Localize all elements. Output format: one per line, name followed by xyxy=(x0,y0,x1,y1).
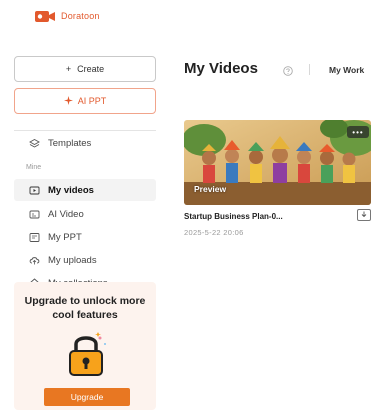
sidebar-item-templates[interactable]: Templates xyxy=(14,132,156,154)
sidebar: + Create AI PPT Templates Mine My videos xyxy=(0,48,166,414)
ai-ppt-button-label: AI PPT xyxy=(77,96,107,106)
sidebar-divider xyxy=(14,130,156,131)
video-thumbnail[interactable]: ••• Preview xyxy=(184,120,371,205)
sidebar-item-my-uploads[interactable]: My uploads xyxy=(14,249,156,271)
upgrade-button[interactable]: Upgrade xyxy=(44,388,130,406)
help-icon[interactable] xyxy=(283,63,293,81)
upload-icon xyxy=(29,255,40,266)
preview-label[interactable]: Preview xyxy=(194,184,226,194)
download-button[interactable] xyxy=(357,209,371,221)
sidebar-item-label: Templates xyxy=(48,137,92,149)
ai-ppt-button[interactable]: AI PPT xyxy=(14,88,156,114)
page-title: My Videos xyxy=(184,60,258,77)
sidebar-item-my-ppt[interactable]: My PPT xyxy=(14,226,156,248)
template-icon xyxy=(29,138,40,149)
lock-icon xyxy=(62,330,110,378)
sidebar-item-label: AI Video xyxy=(48,208,84,220)
more-options-button[interactable]: ••• xyxy=(347,126,369,138)
sidebar-item-my-videos[interactable]: My videos xyxy=(14,179,156,201)
header-divider xyxy=(309,64,310,75)
upgrade-card: Upgrade to unlock more cool features Upg… xyxy=(14,282,156,410)
upgrade-title: Upgrade to unlock more cool features xyxy=(24,295,146,321)
video-icon xyxy=(29,185,40,196)
create-button[interactable]: + Create xyxy=(14,56,156,82)
brand-logo[interactable]: Doratoon xyxy=(35,9,100,23)
brand-name: Doratoon xyxy=(61,11,100,21)
sidebar-item-label: My videos xyxy=(48,184,94,196)
video-title[interactable]: Startup Business Plan-0... xyxy=(184,212,283,221)
tab-my-works[interactable]: My Work xyxy=(329,65,364,75)
sparkle-icon xyxy=(63,95,73,107)
plus-icon: + xyxy=(65,64,72,74)
video-date: 2025-5-22 20:06 xyxy=(184,228,244,237)
download-icon xyxy=(360,206,368,224)
sidebar-item-label: My uploads xyxy=(48,254,97,266)
sidebar-item-ai-video[interactable]: AI Video xyxy=(14,203,156,225)
ai-video-icon xyxy=(29,209,40,220)
ppt-icon xyxy=(29,232,40,243)
create-button-label: Create xyxy=(77,64,105,74)
sidebar-item-label: My PPT xyxy=(48,231,82,243)
logo-icon xyxy=(35,9,55,23)
app-window: Doratoon + Create AI PPT Templates Mine … xyxy=(0,0,371,414)
section-label-mine: Mine xyxy=(26,164,42,171)
